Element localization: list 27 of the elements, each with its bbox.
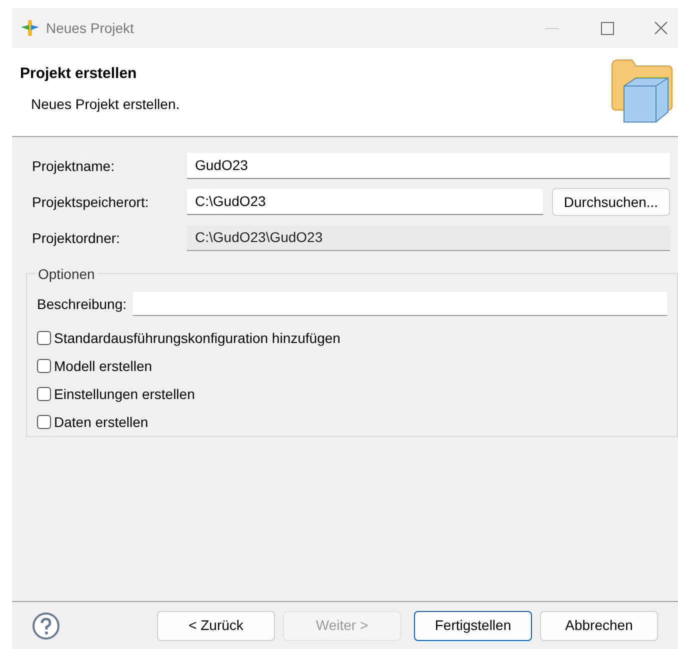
dialog-button[interactable]: Fertigstellen xyxy=(414,610,532,640)
close-icon[interactable] xyxy=(654,21,668,35)
checkbox[interactable] xyxy=(37,387,51,401)
dialog-button[interactable]: < Zurück xyxy=(157,610,275,640)
page-title: Projekt erstellen xyxy=(20,64,138,84)
input-field[interactable] xyxy=(132,292,667,316)
input-field[interactable]: GudO23 xyxy=(187,153,670,179)
checkbox[interactable] xyxy=(37,331,51,345)
app-icon xyxy=(20,18,40,38)
checkbox[interactable] xyxy=(37,359,51,373)
browse-button[interactable]: Durchsuchen... xyxy=(552,188,670,216)
maximize-icon[interactable] xyxy=(601,22,614,34)
readonly-field: C:\GudO23\GudO23 xyxy=(187,226,670,250)
field-label: Projektname: xyxy=(32,156,116,176)
checkbox-label: Daten erstellen xyxy=(54,412,148,432)
field-label: Projektspeicherort: xyxy=(32,192,150,212)
checkbox[interactable] xyxy=(37,415,51,429)
help-icon[interactable] xyxy=(32,612,60,640)
page-description: Neues Projekt erstellen. xyxy=(31,94,181,114)
checkbox-label: Einstellungen erstellen xyxy=(54,384,195,404)
field-label: Beschreibung: xyxy=(37,294,127,314)
field-label: Projektordner: xyxy=(32,228,121,248)
checkbox-label: Standardausführungskonfiguration hinzufügen xyxy=(54,328,340,348)
window-title: Neues Projekt xyxy=(46,18,134,38)
dialog-button[interactable]: Abbrechen xyxy=(540,610,658,640)
input-field[interactable]: C:\GudO23 xyxy=(187,189,543,215)
checkbox-label: Modell erstellen xyxy=(54,356,152,376)
